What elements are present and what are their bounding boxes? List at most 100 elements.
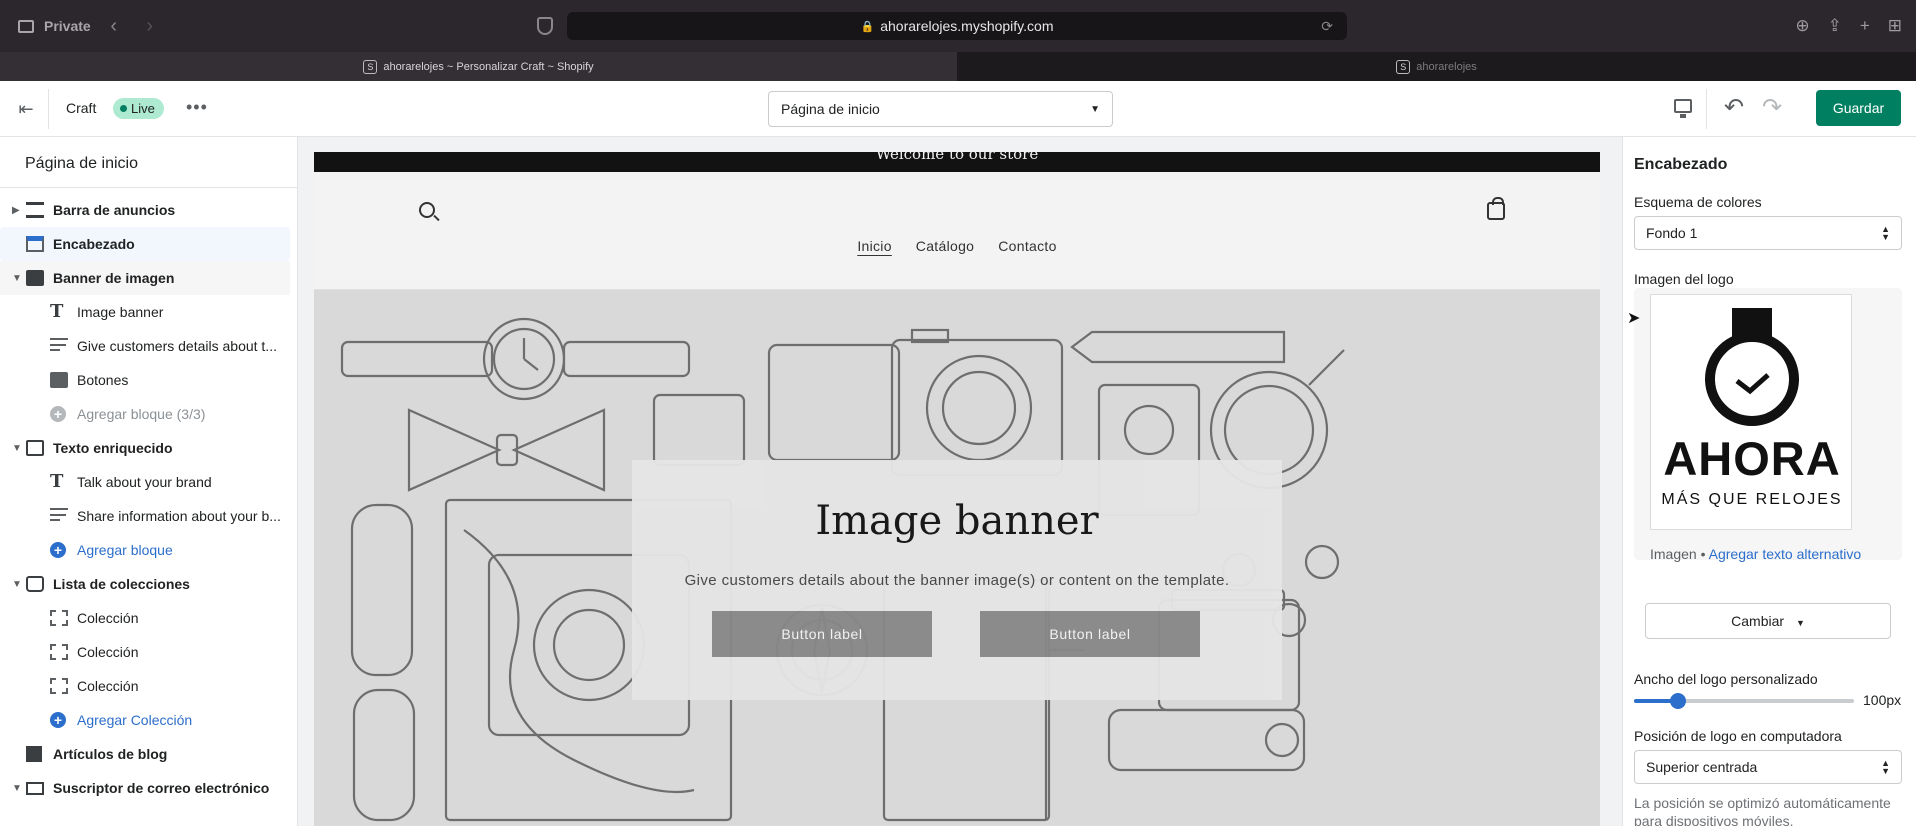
- sidebar-block-share-information[interactable]: Share information about your b...: [0, 499, 297, 533]
- sidebar-item-barra-de-anuncios[interactable]: ▶ Barra de anuncios: [0, 193, 297, 227]
- sidebar-item-label: Talk about your brand: [77, 474, 212, 490]
- add-icon: +: [50, 712, 66, 728]
- lock-icon: 🔒: [860, 20, 875, 33]
- image-prefix: Imagen •: [1650, 546, 1706, 562]
- cart-icon[interactable]: [1487, 197, 1505, 220]
- sidebar-item-label: Colección: [77, 610, 139, 626]
- sidebar-block-coleccion-3[interactable]: Colección: [0, 669, 297, 703]
- store-preview[interactable]: Welcome to our store Inicio Catálogo Con…: [314, 152, 1600, 826]
- banner-text: Give customers details about the banner …: [684, 572, 1230, 589]
- tab-overview-icon[interactable]: ⊞: [1888, 16, 1902, 36]
- more-actions-icon[interactable]: •••: [186, 97, 208, 118]
- logo-position-select[interactable]: Superior centrada ▲ ▼: [1634, 750, 1902, 784]
- new-tab-icon[interactable]: +: [1860, 16, 1870, 36]
- sidebar-block-image-banner[interactable]: T Image banner: [0, 295, 297, 329]
- announcement-bar[interactable]: Welcome to our store: [314, 152, 1600, 172]
- divider: [48, 89, 49, 129]
- forward-icon[interactable]: ›: [137, 15, 163, 38]
- sidebar-item-encabezado[interactable]: Encabezado: [0, 227, 290, 261]
- sidebar-block-botones[interactable]: Botones: [0, 363, 297, 397]
- nav-link-inicio[interactable]: Inicio: [857, 238, 891, 254]
- sidebar-item-label: Artículos de blog: [53, 746, 168, 762]
- download-icon[interactable]: ⊕: [1795, 16, 1809, 36]
- sidebar-item-label: Image banner: [77, 304, 164, 320]
- reload-icon[interactable]: ⟳: [1321, 18, 1333, 35]
- select-arrows-icon: ▲ ▼: [1881, 758, 1890, 776]
- color-scheme-select[interactable]: Fondo 1 ▲ ▼: [1634, 216, 1902, 250]
- caret-down-icon: ▼: [1795, 618, 1805, 628]
- sidebar-block-give-customers[interactable]: Give customers details about t...: [0, 329, 297, 363]
- caret-right-icon[interactable]: ▶: [12, 205, 22, 216]
- sidebar-item-label: Colección: [77, 644, 139, 660]
- add-block-button[interactable]: + Agregar bloque: [0, 533, 297, 567]
- save-button[interactable]: Guardar: [1816, 90, 1901, 126]
- logo-width-value: 100px: [1863, 692, 1902, 708]
- header-icon: [26, 236, 44, 252]
- sidebar-title: Página de inicio: [25, 155, 138, 172]
- back-icon[interactable]: ‹: [101, 15, 127, 38]
- exit-icon[interactable]: ⇤: [14, 97, 38, 121]
- collection-placeholder-icon: [50, 644, 68, 660]
- store-header[interactable]: Inicio Catálogo Contacto: [314, 172, 1600, 290]
- blog-icon: [26, 746, 42, 762]
- add-alt-text-link[interactable]: Agregar texto alternativo: [1709, 546, 1862, 562]
- logo-position-label: Posición de logo en computadora: [1634, 728, 1842, 744]
- add-block-button-disabled[interactable]: + Agregar bloque (3/3): [0, 397, 297, 431]
- banner-button-2[interactable]: Button label: [980, 611, 1200, 657]
- undo-icon[interactable]: ↶: [1724, 93, 1744, 122]
- paragraph-icon: [50, 508, 68, 524]
- caret-down-icon[interactable]: ▼: [12, 579, 22, 590]
- change-image-button[interactable]: Cambiar ▼: [1645, 603, 1891, 639]
- logo-position-value: Superior centrada: [1646, 759, 1758, 775]
- add-icon: +: [50, 542, 66, 558]
- sidebar-toggle-icon[interactable]: [18, 19, 34, 33]
- caret-down-icon: ▼: [1090, 103, 1100, 115]
- text-icon: T: [50, 471, 64, 492]
- logo-width-slider[interactable]: [1634, 693, 1854, 709]
- browser-toolbar: Private ‹ › 🔒 ahorarelojes.myshopify.com…: [0, 0, 1916, 52]
- banner-button-1[interactable]: Button label: [712, 611, 932, 657]
- add-icon: +: [50, 406, 66, 422]
- caret-down-icon[interactable]: ▼: [12, 273, 22, 284]
- settings-panel: Encabezado Esquema de colores Fondo 1 ▲ ▼…: [1622, 137, 1916, 826]
- sidebar-block-coleccion-2[interactable]: Colección: [0, 635, 297, 669]
- divider: [0, 187, 297, 188]
- sidebar-block-coleccion-1[interactable]: Colección: [0, 601, 297, 635]
- color-scheme-value: Fondo 1: [1646, 225, 1698, 241]
- slider-thumb[interactable]: [1670, 693, 1686, 709]
- buttons-icon: [50, 372, 68, 388]
- sidebar-item-label: Agregar bloque (3/3): [77, 406, 206, 422]
- sidebar-block-talk-about-brand[interactable]: T Talk about your brand: [0, 465, 297, 499]
- shield-icon[interactable]: [537, 17, 553, 35]
- sidebar-item-texto-enriquecido[interactable]: ▼ Texto enriquecido: [0, 431, 297, 465]
- shopify-icon: S: [363, 59, 378, 74]
- sidebar-item-lista-de-colecciones[interactable]: ▼ Lista de colecciones: [0, 567, 297, 601]
- banner-content-box[interactable]: Image banner Give customers details abou…: [632, 460, 1282, 700]
- sidebar-item-suscriptor-correo[interactable]: ▼ Suscriptor de correo electrónico: [0, 771, 297, 805]
- add-collection-button[interactable]: + Agregar Colección: [0, 703, 297, 737]
- sidebar-item-banner-de-imagen[interactable]: ▼ Banner de imagen: [0, 261, 290, 295]
- desktop-preview-icon[interactable]: [1674, 99, 1692, 118]
- tab-label: ahorarelojes ~ Personalizar Craft ~ Shop…: [383, 60, 594, 73]
- sidebar-item-label: Texto enriquecido: [53, 440, 173, 456]
- tab-personalizar-craft[interactable]: S ahorarelojes ~ Personalizar Craft ~ Sh…: [0, 52, 957, 81]
- tab-ahorarelojes[interactable]: S ahorarelojes: [957, 52, 1916, 81]
- page-select[interactable]: Página de inicio ▼: [768, 91, 1113, 127]
- logo-tagline-text: MÁS QUE RELOJES: [1661, 491, 1843, 508]
- nav-link-catalogo[interactable]: Catálogo: [916, 238, 974, 254]
- caret-down-icon[interactable]: ▼: [12, 783, 22, 794]
- sidebar-item-articulos-de-blog[interactable]: Artículos de blog: [0, 737, 297, 771]
- redo-icon[interactable]: ↷: [1762, 93, 1782, 122]
- address-bar[interactable]: 🔒 ahorarelojes.myshopify.com ⟳: [567, 12, 1347, 40]
- watch-logo-icon: [1705, 308, 1799, 426]
- search-icon[interactable]: [419, 202, 435, 218]
- share-icon[interactable]: ⇪: [1828, 16, 1842, 36]
- tab-label: ahorarelojes: [1416, 60, 1477, 73]
- section-tree: ▶ Barra de anuncios Encabezado ▼ Banner …: [0, 193, 297, 805]
- live-label: Live: [131, 101, 155, 116]
- caret-down-icon[interactable]: ▼: [12, 443, 22, 454]
- image-banner[interactable]: Image banner Give customers details abou…: [314, 290, 1600, 826]
- nav-link-contacto[interactable]: Contacto: [998, 238, 1056, 254]
- logo-preview[interactable]: AHORA MÁS QUE RELOJES: [1650, 294, 1852, 530]
- image-icon: [26, 270, 44, 286]
